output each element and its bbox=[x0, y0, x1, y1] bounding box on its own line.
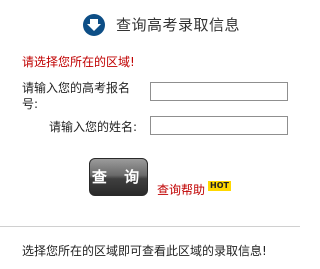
name-input[interactable] bbox=[150, 116, 288, 135]
hot-badge: HOT bbox=[208, 181, 231, 191]
page-header: 查询高考录取信息 bbox=[0, 0, 300, 50]
divider bbox=[0, 226, 300, 227]
region-hint: 请选择您所在的区域! bbox=[22, 55, 135, 69]
query-button[interactable]: 查 询 bbox=[89, 158, 148, 196]
exam-number-input[interactable] bbox=[150, 82, 288, 101]
footer-note: 选择您所在的区域即可查看此区域的录取信息! bbox=[22, 244, 267, 258]
page-title: 查询高考录取信息 bbox=[116, 16, 241, 34]
query-help-link[interactable]: 查询帮助 bbox=[157, 181, 205, 198]
name-label: 请输入您的姓名: bbox=[49, 120, 138, 134]
exam-number-label: 请输入您的高考报名号: bbox=[22, 81, 131, 111]
download-arrow-icon bbox=[83, 14, 105, 36]
